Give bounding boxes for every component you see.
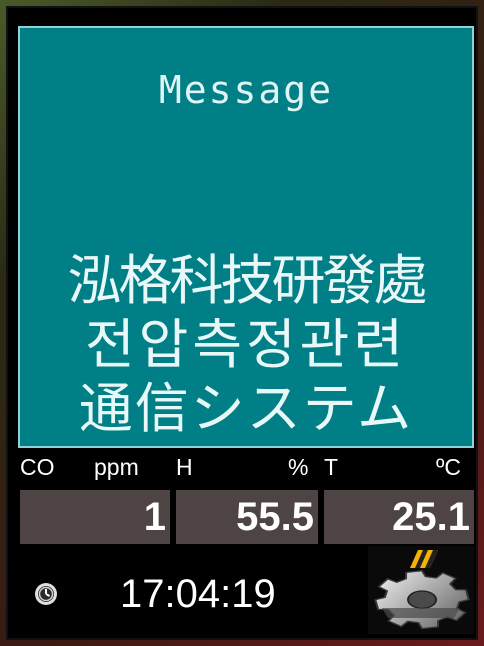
settings-button[interactable] xyxy=(368,546,474,634)
humidity-value: 55.5 xyxy=(176,490,318,544)
humidity-unit: % xyxy=(288,454,309,480)
humidity-label: H xyxy=(176,454,193,480)
clock-icon xyxy=(35,583,57,605)
co-value: 1 xyxy=(20,490,170,544)
co-label: CO xyxy=(20,454,55,480)
gear-icon xyxy=(374,550,470,630)
co-unit: ppm xyxy=(94,454,139,480)
temperature-label: T xyxy=(324,454,339,480)
device-frame: Message 泓格科技研發處 전압측정관련 通信システム CO ppm H %… xyxy=(0,0,484,646)
temperature-value: 25.1 xyxy=(324,490,474,544)
message-panel: Message 泓格科技研發處 전압측정관련 通信システム xyxy=(18,26,474,448)
message-title: Message xyxy=(158,68,334,112)
temperature-unit: ºC xyxy=(436,454,462,480)
screen: Message 泓格科技研發處 전압측정관련 通信システム CO ppm H %… xyxy=(6,6,478,640)
clock-time: 17:04:19 xyxy=(120,572,276,616)
message-line-3: 通信システム xyxy=(78,377,414,440)
